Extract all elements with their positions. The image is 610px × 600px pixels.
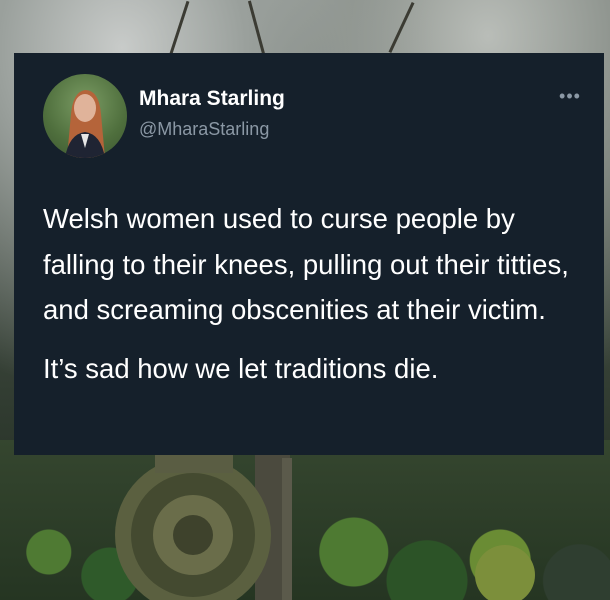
user-handle[interactable]: @MharaStarling	[139, 119, 269, 140]
display-name[interactable]: Mhara Starling	[139, 87, 285, 111]
tweet-card[interactable]: Mhara Starling @MharaStarling ••• Welsh …	[14, 53, 604, 455]
more-options-icon[interactable]: •••	[555, 86, 585, 106]
tweet-paragraph: It’s sad how we let traditions die.	[43, 352, 439, 384]
avatar[interactable]	[43, 74, 127, 158]
tweet-text: Welsh women used to curse people by fall…	[43, 196, 588, 391]
profile-photo	[65, 90, 105, 158]
tweet-paragraph: Welsh women used to curse people by fall…	[43, 203, 569, 325]
